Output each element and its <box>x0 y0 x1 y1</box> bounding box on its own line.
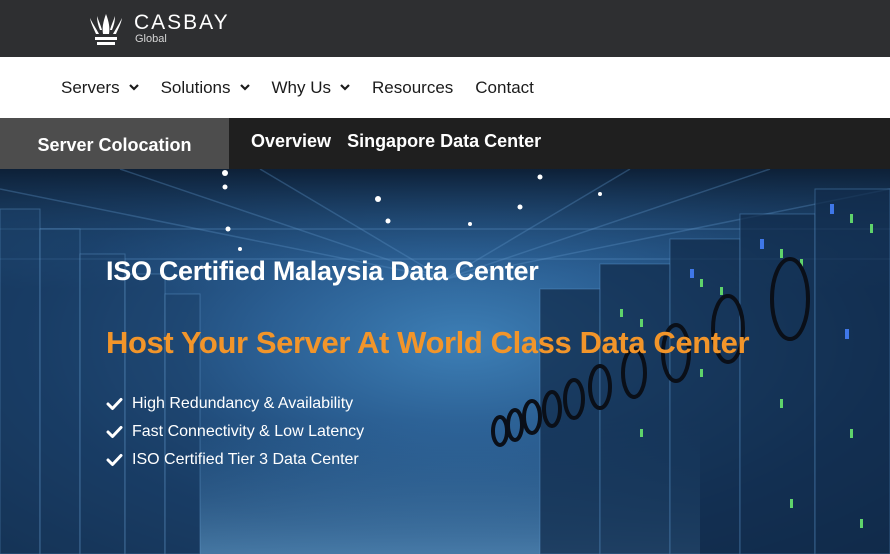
nav-item-label: Solutions <box>160 77 231 97</box>
nav-item-resources[interactable]: Resources <box>372 78 453 98</box>
chevron-down-icon <box>239 84 250 91</box>
check-icon <box>106 426 123 438</box>
tab-overview[interactable]: Overview <box>251 131 331 152</box>
feature-text: High Redundancy & Availability <box>132 395 354 412</box>
hero-title: Host Your Server At World Class Data Cen… <box>106 325 750 360</box>
check-icon <box>106 454 123 466</box>
brand-bar: CASBAY Global <box>0 0 890 57</box>
list-item: High Redundancy & Availability <box>106 390 364 418</box>
chevron-down-icon <box>340 84 350 91</box>
nav-item-label: Why Us <box>271 77 332 97</box>
list-item: ISO Certified Tier 3 Data Center <box>106 446 364 474</box>
crown-logo-icon <box>90 14 122 45</box>
chevron-down-icon <box>128 84 139 91</box>
nav-item-label: Contact <box>475 77 534 97</box>
hero-banner: ISO Certified Malaysia Data Center Host … <box>0 169 890 554</box>
nav-item-servers[interactable]: Servers <box>61 78 139 98</box>
nav-item-solutions[interactable]: Solutions <box>161 78 250 98</box>
nav-item-contact[interactable]: Contact <box>475 78 534 98</box>
sub-nav-links: Overview Singapore Data Center <box>251 131 557 152</box>
feature-text: ISO Certified Tier 3 Data Center <box>132 451 359 468</box>
nav-item-label: Servers <box>61 77 120 97</box>
nav-item-label: Resources <box>372 77 454 97</box>
feature-text: Fast Connectivity & Low Latency <box>132 423 365 440</box>
tab-singapore-data-center[interactable]: Singapore Data Center <box>347 131 541 152</box>
sub-nav: Server Colocation Overview Singapore Dat… <box>0 118 890 169</box>
check-icon <box>106 398 123 410</box>
data-center-background-image <box>0 169 890 554</box>
nav-item-why-us[interactable]: Why Us <box>272 78 351 98</box>
list-item: Fast Connectivity & Low Latency <box>106 418 364 446</box>
feature-list: High Redundancy & Availability Fast Conn… <box>106 390 364 474</box>
brand-name: CASBAY <box>134 11 230 34</box>
tab-server-colocation[interactable]: Server Colocation <box>0 118 229 169</box>
logo[interactable]: CASBAY Global <box>86 12 230 48</box>
hero-heading: ISO Certified Malaysia Data Center <box>106 256 539 286</box>
main-nav: Servers Solutions Why Us Resources Conta… <box>0 57 890 118</box>
brand-sub: Global <box>135 33 167 45</box>
